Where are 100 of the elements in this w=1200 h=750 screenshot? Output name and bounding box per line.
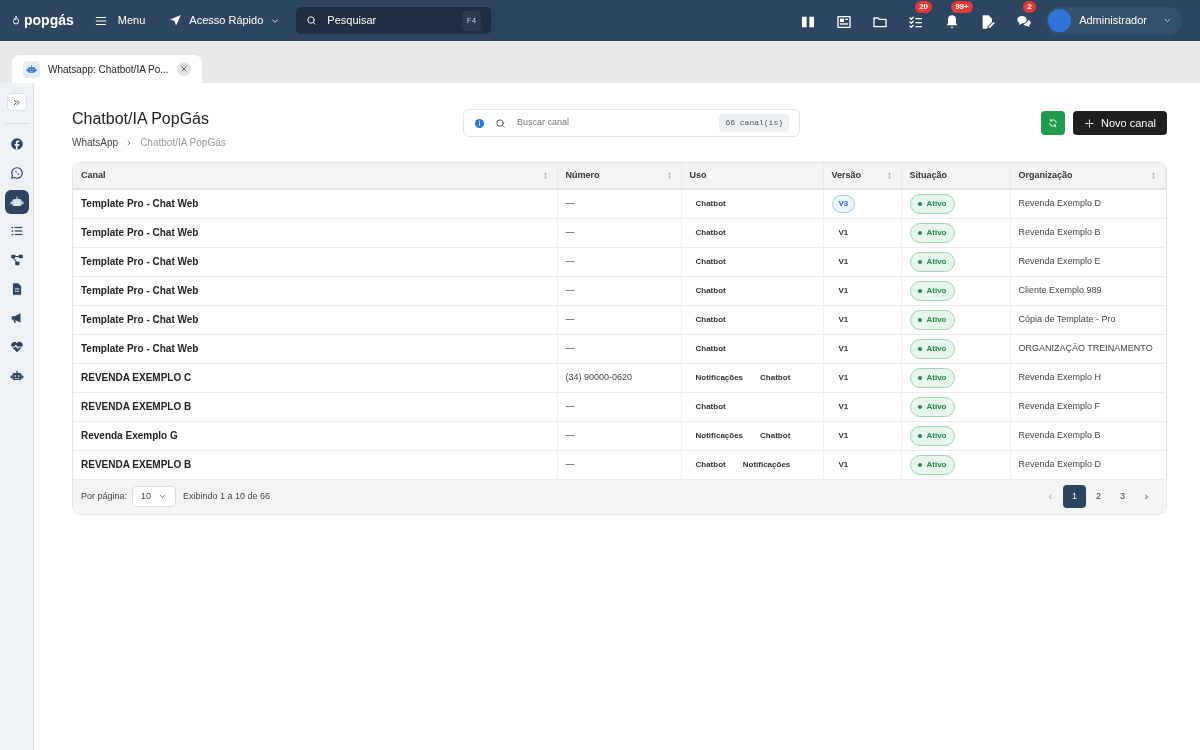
usage-tag: Chatbot [695,342,726,355]
usage-tag: Chatbot [695,400,726,413]
sort-icon [1150,172,1157,179]
table-cell: REVENDA EXEMPLO B [73,392,557,421]
table-cell: Template Pro - Chat Web [73,247,557,276]
table-cell: Template Pro - Chat Web [73,305,557,334]
count-badge: 99+ [951,0,973,13]
page-button[interactable]: 2 [1087,485,1110,508]
chat-button[interactable] [1016,13,1033,30]
table-cell: Revenda Exemplo D [1010,189,1166,218]
table-cell: ORGANIZAÇÃO TREINAMENTO [1010,334,1166,363]
usage-tag: Chatbot [695,284,726,297]
channel-search-bar[interactable]: Buscar canal 66 canal(is) [463,109,800,137]
page-button[interactable]: 3 [1111,485,1134,508]
table-cell: — [557,421,681,450]
version-label: V1 [837,226,850,239]
table-cell: Cliente Exemplo 989 [1010,276,1166,305]
column-header[interactable]: Organização [1010,163,1166,189]
usage-tag: Chatbot [760,371,791,384]
usage-tag: Notificações [695,371,744,384]
list-icon [9,224,24,238]
column-header: Uso [681,163,823,189]
column-header[interactable]: Canal [73,163,557,189]
megaphone-icon [9,311,24,325]
count-badge: 2 [1023,0,1036,13]
breadcrumb-item: Chatbot/IA PopGás [140,136,226,150]
info-icon [474,117,485,129]
new-channel-button[interactable]: Novo canal [1072,111,1167,135]
table-cell: Template Pro - Chat Web [73,334,557,363]
per-page-label: Por página: [81,489,128,503]
pagination-summary: Exibindo 1 a 10 de 66 [183,489,271,503]
robot-icon [26,63,37,75]
version-label: V1 [837,429,850,442]
heartbeat-icon [9,340,24,354]
quick-access-button[interactable]: Acesso Rápido [169,12,281,29]
facebook-icon [9,137,24,151]
page-title: Chatbot/IA PopGás [72,109,210,129]
tab[interactable]: Whatsapp: Chatbot/IA Po... [12,55,202,83]
search-icon [495,117,506,129]
menu-button[interactable]: Menu [93,12,146,29]
table-cell: Template Pro - Chat Web [73,189,557,218]
whatsapp-icon [9,166,24,180]
table-cell: REVENDA EXEMPLO C [73,363,557,392]
status-badge: Ativo [909,309,955,330]
table-cell: REVENDA EXEMPLO B [73,450,557,479]
logo-text: popgás [24,11,74,30]
search-bar[interactable]: Pesquisar F4 [296,7,492,34]
sort-icon [665,172,673,179]
status-badge: Ativo [909,280,955,301]
count-badge: 20 [915,0,933,13]
table-cell: — [557,305,681,334]
status-badge: Ativo [909,367,955,388]
flow-icon [9,253,24,267]
next-page-button[interactable]: › [1135,485,1158,508]
file-pen-button[interactable] [980,13,997,30]
table-cell: — [557,218,681,247]
status-badge: Ativo [909,251,955,272]
robot-icon [9,369,24,383]
send-icon [169,14,183,27]
sidebar-item[interactable] [4,190,29,214]
version-label: V1 [837,313,850,326]
refresh-icon [1047,118,1058,128]
search-field[interactable]: Pesquisar [327,12,452,29]
avatar [1048,9,1072,32]
close-button[interactable] [176,62,191,76]
newspaper-button[interactable] [836,13,853,30]
per-page-select[interactable]: 10 [132,486,177,507]
sort-icon [541,172,549,179]
page-button[interactable]: 1 [1063,485,1086,508]
version-label: V1 [837,400,850,413]
usage-tag: Notificações [742,458,791,471]
breadcrumb-item[interactable]: WhatsApp [72,135,119,150]
usage-tag: Chatbot [695,197,726,210]
table-cell: Revenda Exemplo F [1010,392,1166,421]
shortcut-key: F4 [461,10,482,31]
table-cell: Cópia de Template - Pro [1010,305,1166,334]
table-cell: (34) 90000-0620 [557,363,681,392]
status-badge: Ativo [909,338,955,359]
chevron-down-icon [158,492,168,501]
sort-icon [885,172,893,179]
plus-icon [1083,117,1095,129]
table-cell: Revenda Exemplo G [73,421,557,450]
status-badge: Ativo [909,396,955,417]
column-header: Situação [901,163,1010,189]
close-icon [179,65,188,73]
table-cell: — [557,392,681,421]
channel-search-field[interactable]: Buscar canal [517,116,710,130]
version-label: V1 [837,342,850,355]
expand-button[interactable] [6,93,27,111]
column-header[interactable]: Versão [823,163,901,189]
usage-tag: Chatbot [695,226,726,239]
usage-tag: Chatbot [695,255,726,268]
user-menu[interactable]: Administrador [1046,6,1182,35]
column-header[interactable]: Número [557,163,681,189]
table-cell: — [557,247,681,276]
version-label: V1 [837,371,850,384]
usage-tag: Chatbot [760,429,791,442]
usage-tag: Chatbot [695,313,726,326]
refresh-button[interactable] [1040,111,1065,135]
version-label: V1 [837,255,850,268]
